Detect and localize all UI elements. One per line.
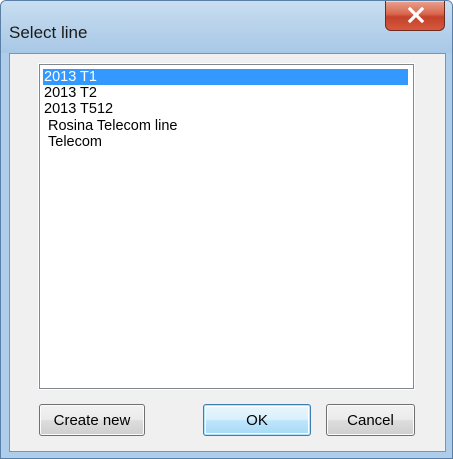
close-icon [407, 7, 425, 23]
ok-button[interactable]: OK [203, 404, 311, 436]
list-item[interactable]: 2013 T2 [43, 85, 434, 101]
cancel-button[interactable]: Cancel [326, 404, 415, 436]
line-listbox[interactable]: 2013 T1 2013 T2 2013 T512 Rosina Telecom… [38, 63, 415, 390]
list-item[interactable]: Rosina Telecom line [47, 118, 438, 134]
title-bar[interactable]: Select line [1, 1, 452, 53]
close-button[interactable] [385, 1, 445, 31]
window-title: Select line [9, 23, 88, 42]
dialog-body: 2013 T1 2013 T2 2013 T512 Rosina Telecom… [9, 53, 446, 452]
list-item[interactable]: 2013 T512 [43, 101, 434, 117]
list-item[interactable]: 2013 T1 [43, 69, 408, 85]
dialog-window: Select line 2013 T1 2013 T2 2013 T512 Ro… [0, 0, 453, 459]
create-new-button[interactable]: Create new [39, 404, 145, 436]
list-item[interactable]: Telecom [47, 134, 438, 150]
